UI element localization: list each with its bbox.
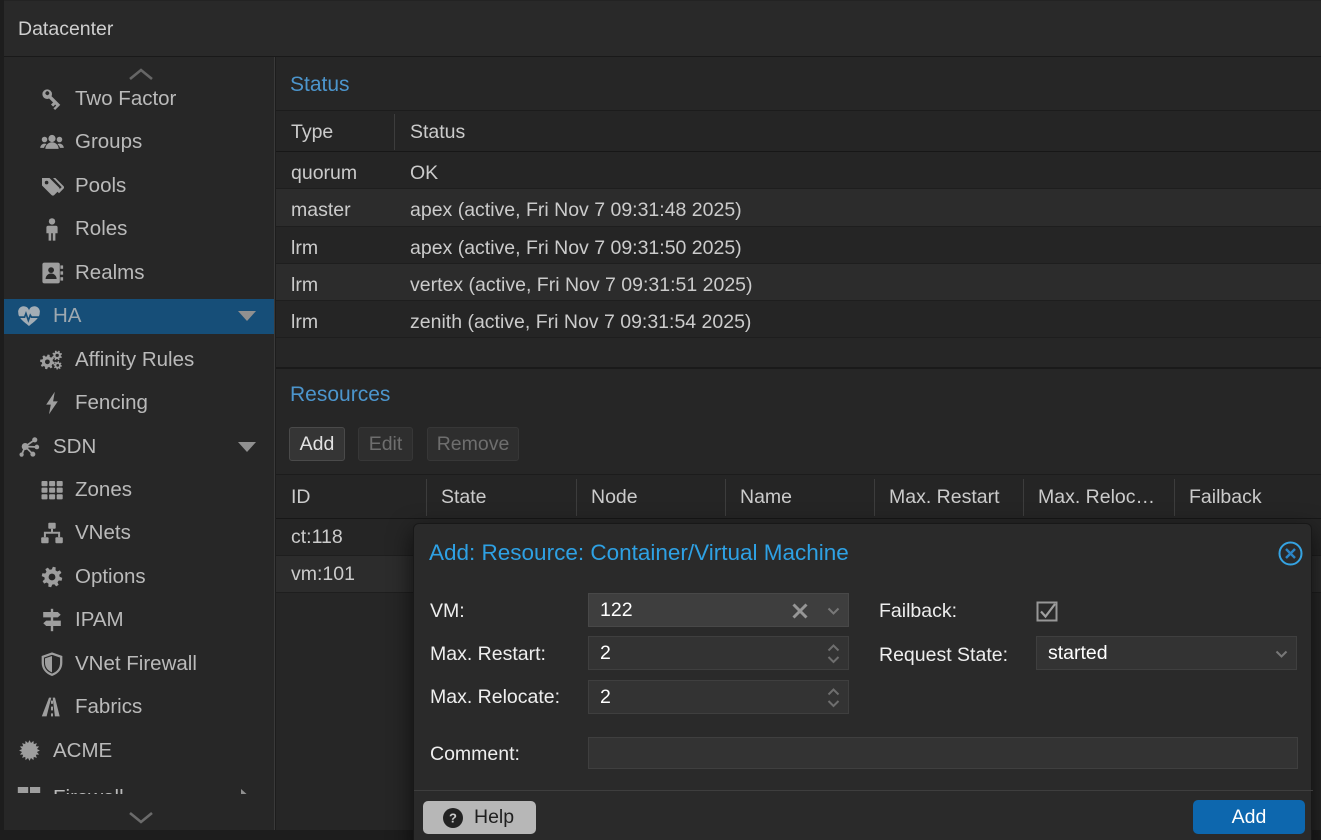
svg-text:?: ?	[449, 811, 457, 826]
